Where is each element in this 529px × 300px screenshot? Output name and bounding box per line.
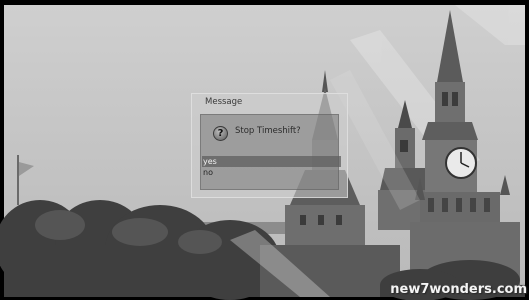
option-yes[interactable]: yes [202,156,341,167]
message-dialog: Message ? Stop Timeshift? yes no [191,93,348,198]
question-mark-icon: ? [213,126,228,141]
watermark-text: new7wonders.com [390,282,527,297]
dialog-body: ? Stop Timeshift? yes no [200,114,341,190]
dialog-question: Stop Timeshift? [235,126,301,136]
choice-list: yes no [202,156,341,178]
tv-screen: Message ? Stop Timeshift? yes no new7won… [0,0,529,300]
option-no[interactable]: no [202,167,341,178]
dialog-title: Message [205,97,243,107]
